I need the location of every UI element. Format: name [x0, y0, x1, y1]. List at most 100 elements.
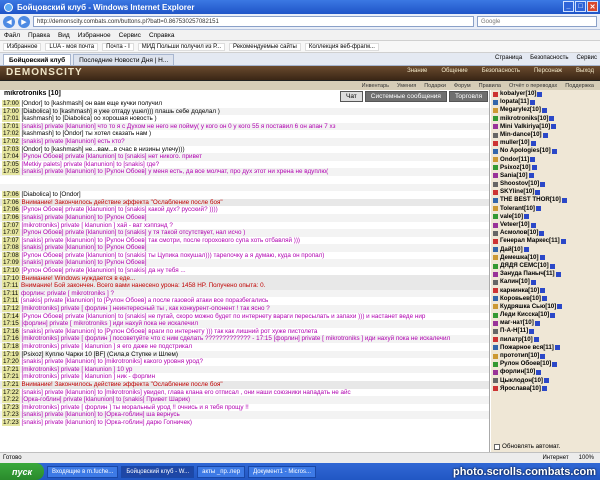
submenu-support[interactable]: Поддержка: [565, 83, 594, 89]
info-icon[interactable]: [531, 165, 537, 171]
info-icon[interactable]: [555, 271, 561, 277]
player-entry[interactable]: Psixoz[10]: [491, 164, 600, 172]
info-icon[interactable]: [537, 91, 543, 97]
menu-tools[interactable]: Сервис: [119, 32, 141, 39]
zoom-level[interactable]: 100%: [579, 455, 594, 461]
player-name[interactable]: ДЯДЯ СЕМС[10]: [500, 262, 549, 270]
taskbar-item[interactable]: Бойцовский клуб - W...: [121, 465, 195, 478]
player-name[interactable]: Кудряшка Сью[10]: [500, 303, 556, 311]
menu-character[interactable]: Персонаж: [534, 68, 562, 74]
tools-menu[interactable]: Сервис: [576, 55, 597, 61]
submenu-skills[interactable]: Умения: [397, 83, 416, 89]
player-entry[interactable]: Коровьев[10]: [491, 295, 600, 303]
info-icon[interactable]: [540, 288, 546, 294]
player-entry[interactable]: Рулон Обоев[10]: [491, 360, 600, 368]
info-icon[interactable]: [529, 329, 535, 335]
info-icon[interactable]: [542, 132, 548, 138]
info-icon[interactable]: [535, 206, 541, 212]
player-name[interactable]: Shoostov[10]: [500, 180, 539, 188]
player-name[interactable]: Пожарное вся[11]: [500, 344, 554, 352]
menu-favorites[interactable]: Избранное: [78, 32, 111, 39]
info-icon[interactable]: [541, 296, 547, 302]
minimize-button[interactable]: _: [563, 1, 574, 12]
player-name[interactable]: No Apologies[10]: [500, 147, 551, 155]
player-name[interactable]: Дай[10]: [500, 246, 523, 254]
player-entry[interactable]: Цыклодон[10]: [491, 377, 600, 385]
player-entry[interactable]: Megarylez[10]: [491, 106, 600, 114]
player-name[interactable]: Асмолов[10]: [500, 229, 538, 237]
info-icon[interactable]: [535, 189, 541, 195]
player-entry[interactable]: форлин[10]: [491, 368, 600, 376]
favorite-link[interactable]: Рекомендуемые сайты: [229, 42, 301, 51]
menu-edit[interactable]: Правка: [28, 32, 50, 39]
info-icon[interactable]: [543, 378, 549, 384]
forward-button[interactable]: ▶: [18, 15, 30, 28]
info-icon[interactable]: [551, 124, 557, 130]
player-name[interactable]: Mini Valkiriya[10]: [500, 123, 550, 131]
player-name[interactable]: Демешка[10]: [500, 254, 539, 262]
info-icon[interactable]: [536, 369, 542, 375]
player-name[interactable]: SKYline[10]: [500, 188, 534, 196]
player-name[interactable]: карнинка[10]: [500, 287, 539, 295]
menu-security[interactable]: Безопасность: [482, 68, 520, 74]
player-entry[interactable]: kobalyer[10]: [491, 90, 600, 98]
info-icon[interactable]: [551, 148, 557, 154]
info-icon[interactable]: [523, 247, 529, 253]
submenu-rules[interactable]: Правила: [479, 83, 501, 89]
player-entry[interactable]: Кудряшка Сью[10]: [491, 303, 600, 311]
submenu-inventory[interactable]: Инвентарь: [362, 83, 389, 89]
player-entry[interactable]: карнинка[10]: [491, 287, 600, 295]
player-name[interactable]: Min-dance[10]: [500, 131, 542, 139]
player-entry[interactable]: прототип[10]: [491, 352, 600, 360]
url-input[interactable]: http://demonscity.combats.com/buttons.pl…: [33, 16, 474, 27]
player-name[interactable]: маг-нат[10]: [500, 319, 534, 327]
player-entry[interactable]: mikrotroniks[10]: [491, 115, 600, 123]
info-icon[interactable]: [540, 353, 546, 359]
info-icon[interactable]: [530, 140, 536, 146]
player-name[interactable]: Tolerant[10]: [500, 205, 535, 213]
player-name[interactable]: Коровьев[10]: [500, 295, 541, 303]
info-icon[interactable]: [541, 107, 547, 113]
player-entry[interactable]: SKYline[10]: [491, 188, 600, 196]
start-button[interactable]: пуск: [0, 463, 44, 480]
info-icon[interactable]: [524, 214, 530, 220]
tab-combats[interactable]: Бойцовский клуб: [3, 54, 72, 65]
player-entry[interactable]: vale[10]: [491, 213, 600, 221]
submenu-forum[interactable]: Форум: [454, 83, 471, 89]
player-name[interactable]: Генерал Маркес[11]: [500, 237, 560, 245]
back-button[interactable]: ◀: [3, 15, 15, 28]
info-icon[interactable]: [554, 345, 560, 351]
favorite-link[interactable]: Почта - I: [102, 42, 134, 51]
player-name[interactable]: пилатр[10]: [500, 336, 533, 344]
online-players-list[interactable]: kobalyer[10] lopata[11] Megarylez[10] mikro…: [491, 90, 600, 446]
info-icon[interactable]: [549, 263, 555, 269]
player-entry[interactable]: П-А-Н[11]: [491, 327, 600, 335]
player-name[interactable]: muller[10]: [500, 139, 530, 147]
player-name[interactable]: kobalyer[10]: [500, 90, 536, 98]
my-character-name[interactable]: mikrotroniks [10]: [4, 90, 61, 97]
player-name[interactable]: Рулон Обоев[10]: [500, 360, 551, 368]
info-icon[interactable]: [560, 238, 566, 244]
info-icon[interactable]: [550, 312, 556, 318]
menu-view[interactable]: Вид: [58, 32, 70, 39]
auto-refresh[interactable]: Обновлять автомат.: [491, 441, 600, 452]
player-name[interactable]: П-А-Н[11]: [500, 327, 528, 335]
taskbar-item[interactable]: Документ1 - Micros...: [248, 465, 317, 478]
info-icon[interactable]: [561, 198, 567, 204]
taskbar-item[interactable]: акты _пр..пер: [197, 465, 246, 478]
safety-menu[interactable]: Безопасность: [530, 55, 568, 61]
player-name[interactable]: Psixoz[10]: [500, 164, 531, 172]
player-entry[interactable]: lopata[11]: [491, 98, 600, 106]
player-entry[interactable]: Ondor[11]: [491, 156, 600, 164]
player-name[interactable]: Ondor[11]: [500, 156, 529, 164]
submenu-transfers[interactable]: Отчёт о переводах: [509, 83, 557, 89]
player-entry[interactable]: Демешка[10]: [491, 254, 600, 262]
submenu-gifts[interactable]: Подарки: [424, 83, 446, 89]
page-menu[interactable]: Страница: [495, 55, 522, 61]
player-entry[interactable]: Tolerant[10]: [491, 205, 600, 213]
info-icon[interactable]: [528, 173, 534, 179]
favorite-link[interactable]: LUA - моя почта: [45, 42, 99, 51]
player-name[interactable]: Megarylez[10]: [500, 106, 541, 114]
player-entry[interactable]: Генерал Маркес[11]: [491, 237, 600, 245]
player-name[interactable]: lopata[11]: [500, 98, 529, 106]
